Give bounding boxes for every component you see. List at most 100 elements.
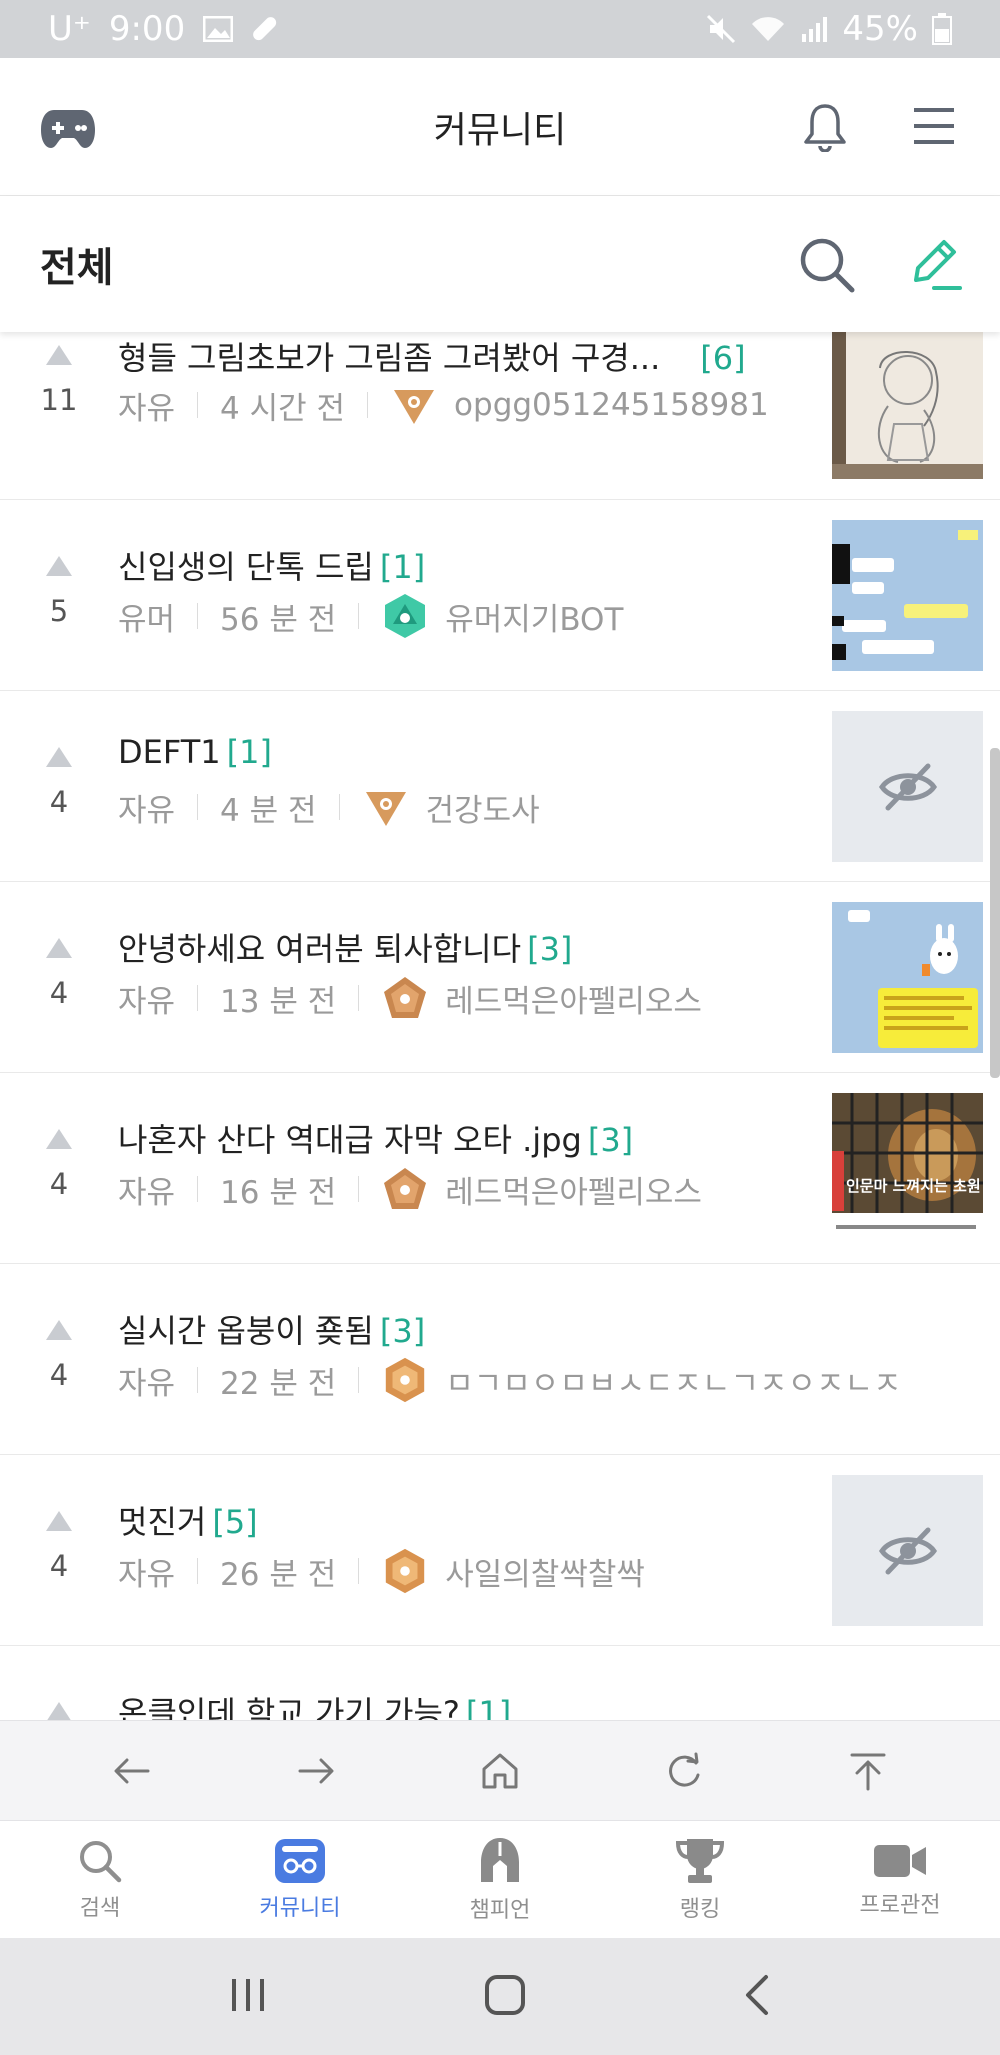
comment-count: [3] xyxy=(379,1312,426,1350)
game-controller-icon[interactable] xyxy=(40,108,96,154)
upvote-icon[interactable] xyxy=(44,936,74,960)
post-author[interactable]: 사일의찰싹찰싹 xyxy=(445,1549,645,1594)
tab-search[interactable]: 검색 xyxy=(0,1821,200,1938)
post-category: 자유 xyxy=(118,1365,176,1402)
post-item[interactable]: 11 형들 그림초보가 그림좀 그려봤어 구경... [6] 자유 4 시간 전 … xyxy=(0,332,1000,500)
comment-count: [3] xyxy=(587,1121,634,1159)
post-item[interactable]: 5 신입생의 단톡 드립 [1] 유머 56 분 전 유머지기BOT xyxy=(0,500,1000,691)
post-author[interactable]: 레드먹은아펠리오스 xyxy=(445,976,702,1021)
post-item[interactable]: 4 멋진거 [5] 자유 26 분 전 사일의찰싹찰싹 xyxy=(0,1455,1000,1646)
post-meta: 자유 26 분 전 사일의찰싹찰싹 xyxy=(118,1547,645,1595)
section-title[interactable]: 전체 xyxy=(40,235,114,293)
post-title[interactable]: 멋진거 [5] xyxy=(118,1497,258,1543)
community-icon xyxy=(275,1838,325,1883)
search-icon xyxy=(80,1840,122,1882)
upvote-icon[interactable] xyxy=(44,1318,74,1342)
post-title[interactable]: 온클인데 학교 가기 가능? [1] xyxy=(118,1688,511,1720)
post-author[interactable]: opgg051245158981 xyxy=(454,387,769,423)
tab-ranking[interactable]: 랭킹 xyxy=(600,1821,800,1938)
comment-count: [6] xyxy=(700,339,746,377)
upvote-icon[interactable] xyxy=(44,343,74,367)
battery-percent: 45% xyxy=(842,9,918,49)
mute-icon xyxy=(706,14,736,44)
home-icon[interactable] xyxy=(460,1731,540,1811)
post-thumbnail[interactable] xyxy=(832,332,983,479)
tab-label: 커뮤니티 xyxy=(259,1895,341,1921)
scroll-to-top-icon[interactable] xyxy=(828,1731,908,1811)
tab-champion[interactable]: 챔피언 xyxy=(400,1821,600,1938)
search-icon[interactable] xyxy=(798,236,856,298)
tier-badge-icon xyxy=(362,783,410,831)
comment-count: [1] xyxy=(379,548,426,586)
post-title[interactable]: 신입생의 단톡 드립 [1] xyxy=(118,542,425,588)
page-title: 커뮤니티 xyxy=(433,109,567,151)
post-item[interactable]: 4 실시간 옵붕이 죶됨 [3] 자유 22 분 전 ㅁㄱㅁㅇㅁㅂㅅㄷㅈㄴㄱㅈㅇㅈ… xyxy=(0,1264,1000,1455)
upvote-icon[interactable] xyxy=(44,1509,74,1533)
recent-apps-icon[interactable] xyxy=(228,1975,268,2019)
vote-count: 4 xyxy=(49,1167,69,1201)
post-title[interactable]: 나혼자 산다 역대급 자막 오타 .jpg [3] xyxy=(118,1115,633,1161)
notification-bell-icon[interactable] xyxy=(800,102,850,156)
post-meta: 자유 4 시간 전 opgg051245158981 xyxy=(118,381,769,429)
home-button-icon[interactable] xyxy=(483,1973,527,2021)
status-bar: U⁺ 9:00 45% xyxy=(0,0,1000,58)
post-item[interactable]: 4 안녕하세요 여러분 퇴사합니다 [3] 자유 13 분 전 레드먹은아펠리오스 xyxy=(0,882,1000,1073)
post-meta: 자유 13 분 전 레드먹은아펠리오스 xyxy=(118,974,702,1022)
post-author[interactable]: 건강도사 xyxy=(426,785,540,830)
post-author[interactable]: 유머지기BOT xyxy=(445,594,623,639)
upvote-icon[interactable] xyxy=(44,1700,74,1720)
tab-community[interactable]: 커뮤니티 xyxy=(200,1821,400,1938)
tab-pro-matches[interactable]: 프로관전 xyxy=(800,1821,1000,1938)
tab-label: 검색 xyxy=(79,1895,121,1921)
post-thumbnail[interactable]: 인문마 느껴지는 초원 xyxy=(832,1093,983,1244)
champion-helmet-icon xyxy=(481,1837,519,1882)
list-scrollbar[interactable] xyxy=(990,748,1000,1078)
post-category: 자유 xyxy=(118,390,176,427)
post-list[interactable]: 11 형들 그림초보가 그림좀 그려봤어 구경... [6] 자유 4 시간 전 … xyxy=(0,332,1000,1720)
post-thumbnail[interactable] xyxy=(832,902,983,1053)
post-title[interactable]: DEFT1 [1] xyxy=(118,733,272,771)
back-button-icon[interactable] xyxy=(742,1973,772,2021)
post-time: 4 분 전 xyxy=(220,792,317,829)
comment-count: [1] xyxy=(465,1694,512,1720)
post-category: 자유 xyxy=(118,1556,176,1593)
hidden-image-thumbnail[interactable] xyxy=(832,1475,983,1626)
thumbnail-caption: 인문마 느껴지는 초원 xyxy=(846,1177,981,1195)
eye-slash-icon xyxy=(878,1527,937,1574)
post-thumbnail[interactable] xyxy=(832,520,983,671)
pentagon-badge-icon xyxy=(381,1165,429,1213)
post-item[interactable]: 4 DEFT1 [1] 자유 4 분 전 건강도사 xyxy=(0,691,1000,882)
post-category: 자유 xyxy=(118,792,176,829)
post-title[interactable]: 실시간 옵붕이 죶됨 [3] xyxy=(118,1306,425,1352)
hamburger-menu-icon[interactable] xyxy=(912,106,956,150)
post-time: 22 분 전 xyxy=(220,1365,337,1402)
vote-count: 11 xyxy=(40,383,78,417)
post-category: 유머 xyxy=(118,601,176,638)
post-title[interactable]: 형들 그림초보가 그림좀 그려봤어 구경... [6] xyxy=(118,333,746,379)
bot-badge-icon xyxy=(381,592,429,640)
vote-count: 4 xyxy=(49,1549,69,1583)
post-meta: 유머 56 분 전 유머지기BOT xyxy=(118,592,623,640)
post-title[interactable]: 안녕하세요 여러분 퇴사합니다 [3] xyxy=(118,924,572,970)
signal-icon xyxy=(800,16,828,42)
post-author[interactable]: ㅁㄱㅁㅇㅁㅂㅅㄷㅈㄴㄱㅈㅇㅈㄴㅈ xyxy=(445,1358,901,1403)
upvote-icon[interactable] xyxy=(44,1127,74,1151)
forward-arrow-icon[interactable] xyxy=(276,1731,356,1811)
post-category: 자유 xyxy=(118,1174,176,1211)
battery-icon xyxy=(932,13,952,45)
hexagon-badge-icon xyxy=(381,1547,429,1595)
back-arrow-icon[interactable] xyxy=(92,1731,172,1811)
write-post-pencil-icon[interactable] xyxy=(906,236,964,298)
upvote-icon[interactable] xyxy=(44,745,74,769)
wifi-icon xyxy=(750,15,786,43)
post-item[interactable]: 온클인데 학교 가기 가능? [1] xyxy=(0,1646,1000,1720)
app-header: 커뮤니티 xyxy=(0,58,1000,196)
upvote-icon[interactable] xyxy=(44,554,74,578)
hidden-image-thumbnail[interactable] xyxy=(832,711,983,862)
post-item[interactable]: 4 나혼자 산다 역대급 자막 오타 .jpg [3] 자유 16 분 전 레드먹… xyxy=(0,1073,1000,1264)
tab-label: 챔피언 xyxy=(469,1897,531,1923)
section-header: 전체 xyxy=(0,196,1000,332)
post-author[interactable]: 레드먹은아펠리오스 xyxy=(445,1167,702,1212)
refresh-icon[interactable] xyxy=(644,1731,724,1811)
tier-badge-icon xyxy=(390,381,438,429)
